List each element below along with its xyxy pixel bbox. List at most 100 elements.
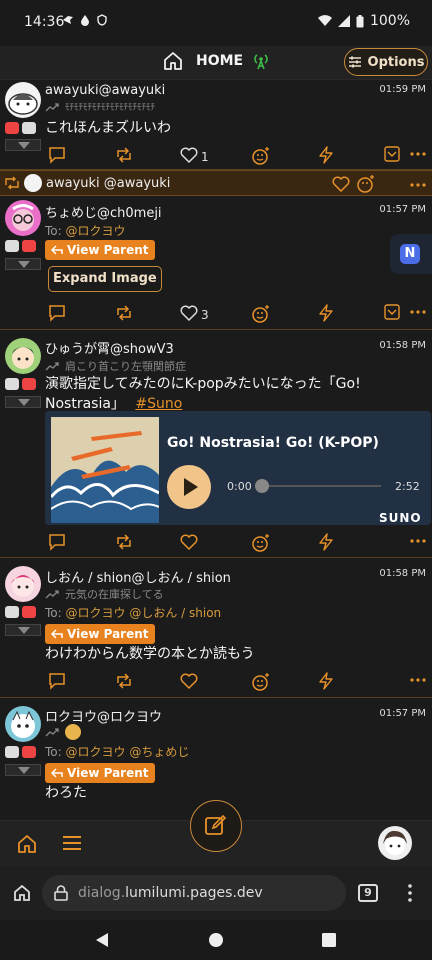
note-actions <box>40 533 432 555</box>
user-name[interactable]: awayuki@awayuki <box>45 83 165 98</box>
collapse-toggle[interactable] <box>5 624 41 636</box>
reply-icon[interactable] <box>48 304 66 322</box>
recents-icon[interactable] <box>322 933 336 947</box>
renote-icon[interactable] <box>114 672 134 690</box>
renote-user[interactable]: awayuki @awayuki <box>46 176 170 191</box>
user-name[interactable]: ロクヨウ@ロクヨウ <box>45 706 162 725</box>
page-title: HOME <box>196 53 244 69</box>
avatar[interactable] <box>5 82 41 118</box>
reply-icon[interactable] <box>48 672 66 690</box>
home-icon[interactable] <box>162 50 184 72</box>
reaction-badges <box>5 378 36 390</box>
post-time[interactable]: 01:58 PM <box>379 340 426 351</box>
reply-arrow-icon <box>51 768 63 778</box>
reply-icon[interactable] <box>48 533 66 551</box>
progress-handle[interactable] <box>255 479 269 493</box>
url-text: dialog.lumilumi.pages.dev <box>78 885 263 901</box>
reaction-badges <box>5 240 36 252</box>
mention-link[interactable]: @ロクヨウ @ちょめじ <box>66 745 190 759</box>
progress-bar[interactable] <box>261 485 381 487</box>
avatar[interactable] <box>5 566 41 602</box>
music-embed-card[interactable]: Go! Nostrasia! Go! (K-POP) 0:00 2:52 SUN… <box>45 411 431 525</box>
bookmark-check-icon[interactable] <box>384 146 400 162</box>
reaction-icon[interactable] <box>251 146 271 166</box>
view-parent-button[interactable]: View Parent <box>45 624 155 644</box>
post-time[interactable]: 01:57 PM <box>379 708 426 719</box>
avatar[interactable] <box>5 200 41 236</box>
address-bar[interactable]: dialog.lumilumi.pages.dev <box>42 875 346 911</box>
mention-link[interactable]: @ロクヨウ @しおん / shion <box>66 606 222 620</box>
back-icon[interactable] <box>94 932 110 948</box>
renote-icon[interactable] <box>114 533 134 551</box>
status-bar: 14:36 100% <box>0 0 432 46</box>
time-total: 2:52 <box>395 480 420 493</box>
more-icon[interactable] <box>410 678 426 682</box>
reply-icon[interactable] <box>48 146 66 164</box>
trending-icon <box>45 362 59 371</box>
hashtag-link[interactable]: #Suno <box>135 396 182 412</box>
reply-to: To: @ロクヨウ <box>45 224 126 238</box>
bird-icon <box>63 16 73 24</box>
renote-icon[interactable] <box>114 304 134 322</box>
browser-home-icon[interactable] <box>12 883 32 903</box>
reaction-badges <box>5 746 36 758</box>
reaction-icon[interactable] <box>251 672 271 692</box>
quote-icon[interactable] <box>317 672 335 690</box>
renote-header[interactable]: awayuki @awayuki <box>0 170 432 196</box>
collapse-toggle[interactable] <box>5 258 41 270</box>
like-icon[interactable] <box>180 304 198 322</box>
avatar[interactable] <box>5 706 41 742</box>
collapse-toggle[interactable] <box>5 764 41 776</box>
view-parent-button[interactable]: View Parent <box>45 763 155 783</box>
reaction-icon[interactable] <box>251 304 271 324</box>
more-icon[interactable] <box>410 310 426 314</box>
quote-icon[interactable] <box>317 146 335 164</box>
view-parent-button[interactable]: View Parent <box>45 240 155 260</box>
note-text: わろた <box>45 785 87 801</box>
options-button[interactable]: Options <box>344 48 428 76</box>
user-name[interactable]: ちょめじ@ch0meji <box>45 202 162 221</box>
time-elapsed: 0:00 <box>227 480 252 493</box>
reaction-icon[interactable] <box>251 533 271 553</box>
custom-emoji <box>65 724 81 740</box>
tab-switcher-button[interactable]: 9 <box>358 884 378 902</box>
mention-link[interactable]: @ロクヨウ <box>66 224 126 238</box>
collapse-toggle[interactable] <box>5 139 41 151</box>
more-icon[interactable] <box>410 152 426 156</box>
post-time[interactable]: 01:57 PM <box>379 204 426 215</box>
signal-icon <box>337 15 350 27</box>
user-description: 肩こり首こり左顎関節症 <box>45 358 186 374</box>
like-icon[interactable] <box>180 146 198 164</box>
bookmark-check-icon[interactable] <box>384 304 400 320</box>
renote-icon[interactable] <box>114 146 134 164</box>
expand-image-button[interactable]: Expand Image <box>48 266 162 292</box>
my-avatar[interactable] <box>378 826 412 860</box>
post-time[interactable]: 01:58 PM <box>379 568 426 579</box>
browser-menu-icon[interactable] <box>408 884 412 902</box>
home-tab-icon[interactable] <box>16 833 38 855</box>
quote-icon[interactable] <box>317 533 335 551</box>
more-icon <box>410 183 426 187</box>
like-icon[interactable] <box>180 672 198 690</box>
status-time: 14:36 <box>24 14 65 30</box>
notion-shortcut[interactable]: N <box>390 234 432 274</box>
timeline-feed[interactable]: awayuki@awayuki 01:59 PM ﾓﾁﾓﾁﾓﾁﾓﾁﾓﾁﾓﾁﾓﾁﾓ… <box>0 80 432 820</box>
avatar[interactable] <box>5 338 41 374</box>
compose-button[interactable] <box>190 800 242 852</box>
wifi-icon <box>317 15 332 26</box>
note-text: これほんまズルいわ <box>45 120 171 136</box>
play-button[interactable] <box>167 465 211 509</box>
lock-icon <box>54 885 68 901</box>
user-name[interactable]: しおん / shion@しおん / shion <box>45 567 231 586</box>
user-name[interactable]: ひゅうが霄@showV3 <box>45 338 174 357</box>
home-nav-icon[interactable] <box>208 932 224 948</box>
collapse-toggle[interactable] <box>5 396 41 408</box>
note-item: ちょめじ@ch0meji 01:57 PM To: @ロクヨウ View Par… <box>0 196 432 330</box>
renote-avatar[interactable] <box>24 174 42 192</box>
more-icon[interactable] <box>410 539 426 543</box>
menu-icon[interactable] <box>62 835 82 851</box>
post-time[interactable]: 01:59 PM <box>379 84 426 95</box>
trending-icon <box>45 102 59 111</box>
quote-icon[interactable] <box>317 304 335 322</box>
like-icon[interactable] <box>180 533 198 551</box>
